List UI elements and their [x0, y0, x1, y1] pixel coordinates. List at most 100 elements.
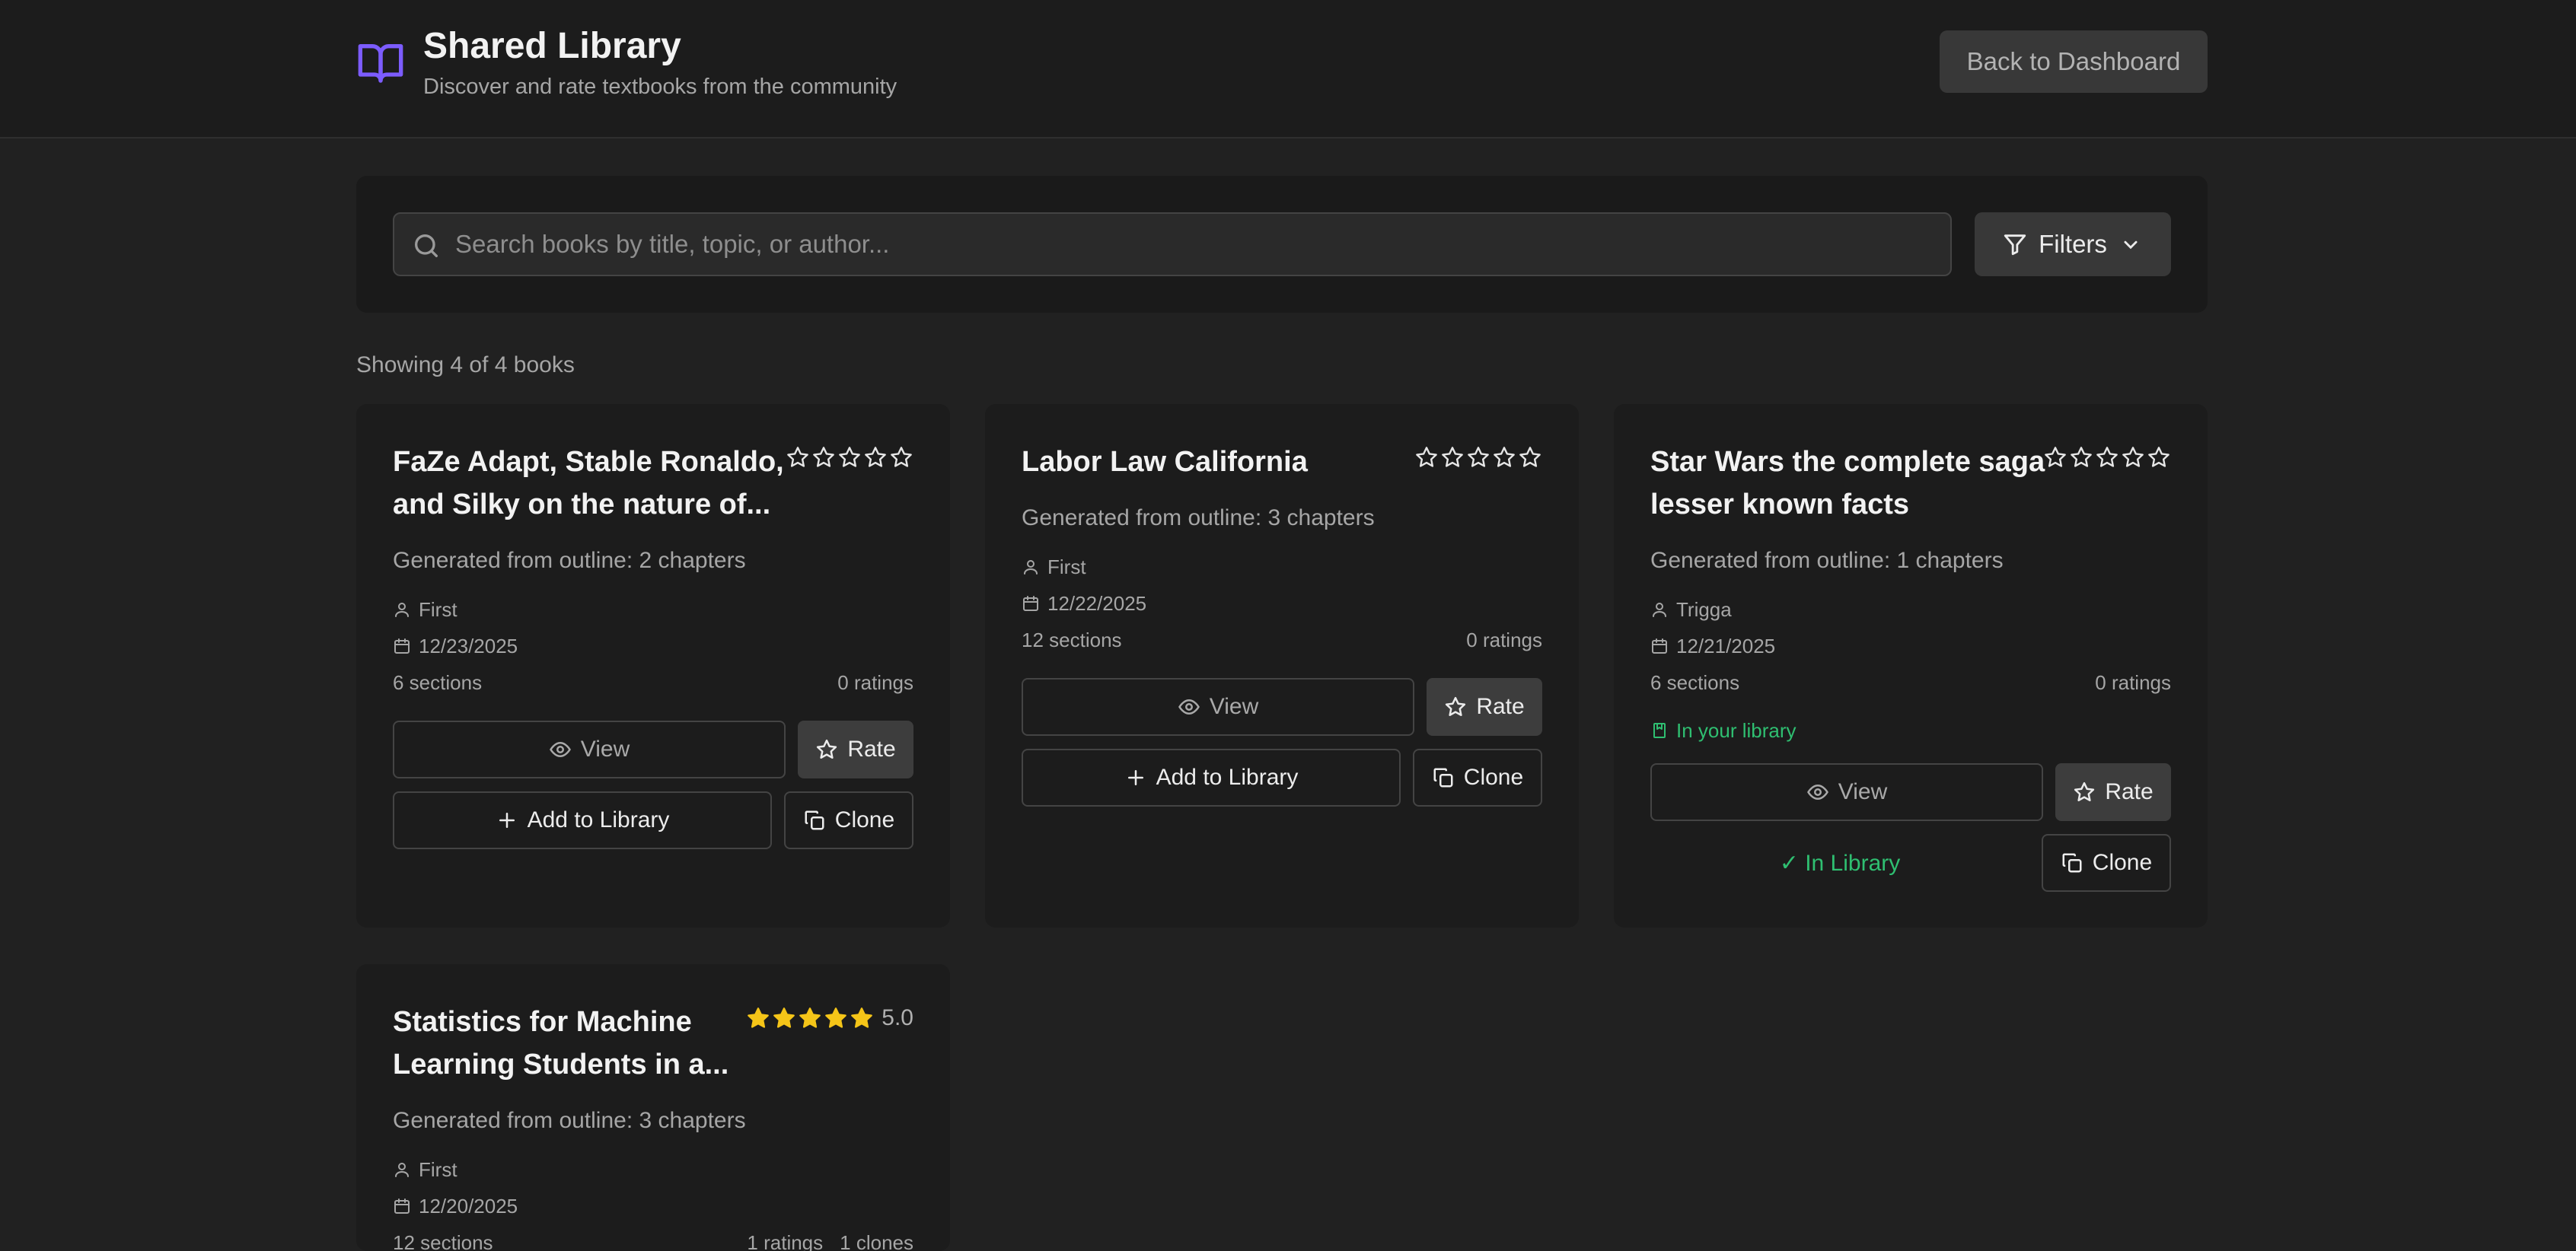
bookmark-icon: [1650, 721, 1669, 740]
view-button[interactable]: View: [1650, 763, 2043, 821]
view-label: View: [580, 737, 630, 762]
star-icon: [815, 738, 838, 761]
date-text: 12/23/2025: [419, 635, 518, 657]
sections-count: 12 sections: [393, 1231, 493, 1251]
star-empty-icon[interactable]: [2121, 445, 2145, 470]
page-subtitle: Discover and rate textbooks from the com…: [423, 75, 897, 99]
calendar-icon: [393, 637, 411, 655]
rate-button[interactable]: Rate: [798, 721, 913, 778]
star-empty-icon[interactable]: [1414, 445, 1439, 470]
book-description: Generated from outline: 3 chapters: [393, 1108, 746, 1133]
ratings-count: 1 ratings: [747, 1231, 824, 1251]
user-icon: [393, 600, 411, 619]
date-text: 12/20/2025: [419, 1195, 518, 1218]
book-card: Statistics for Machine Learning Students…: [356, 964, 950, 1251]
rate-label: Rate: [1476, 694, 1525, 719]
book-date: 12/23/2025: [393, 633, 518, 659]
filters-label: Filters: [2039, 230, 2107, 258]
book-card: Star Wars the complete saga lesser known…: [1614, 404, 2208, 928]
add-to-library-label: Add to Library: [527, 807, 670, 832]
star-empty-icon[interactable]: [1518, 445, 1542, 470]
star-empty-icon[interactable]: [2095, 445, 2119, 470]
add-to-library-button[interactable]: Add to Library: [393, 791, 772, 849]
star-rating[interactable]: 5.0: [746, 1005, 913, 1031]
ratings-count: 0 ratings: [1466, 629, 1542, 651]
book-description: Generated from outline: 1 chapters: [1650, 548, 2004, 573]
add-to-library-label: Add to Library: [1156, 765, 1299, 790]
star-filled-icon[interactable]: [772, 1006, 796, 1030]
plus-icon: [496, 809, 518, 832]
star-rating[interactable]: [2043, 445, 2171, 470]
star-icon: [1444, 696, 1467, 718]
book-title: Labor Law California: [1022, 446, 1308, 478]
clone-label: Clone: [2092, 850, 2153, 875]
star-empty-icon[interactable]: [786, 445, 810, 470]
rate-button[interactable]: Rate: [2055, 763, 2171, 821]
star-empty-icon[interactable]: [2043, 445, 2067, 470]
star-filled-icon[interactable]: [824, 1006, 848, 1030]
copy-icon: [1432, 766, 1455, 789]
book-date: 12/22/2025: [1022, 590, 1146, 616]
view-label: View: [1838, 779, 1888, 804]
star-empty-icon[interactable]: [2069, 445, 2093, 470]
clone-label: Clone: [834, 807, 895, 832]
add-to-library-button[interactable]: Add to Library: [1022, 749, 1401, 807]
star-icon: [2073, 781, 2096, 804]
book-card: FaZe Adapt, Stable Ronaldo, and Silky on…: [356, 404, 950, 928]
author-name: First: [419, 1158, 457, 1181]
book-author: Trigga: [1650, 597, 1732, 622]
star-empty-icon[interactable]: [889, 445, 913, 470]
book-open-icon: [356, 38, 405, 87]
star-empty-icon[interactable]: [811, 445, 836, 470]
view-button[interactable]: View: [1022, 678, 1414, 736]
in-library-status: ✓ In Library: [1779, 850, 1901, 876]
top-bar: Shared Library Discover and rate textboo…: [0, 0, 2576, 138]
date-text: 12/21/2025: [1676, 635, 1776, 657]
star-rating[interactable]: [1414, 445, 1542, 470]
view-button[interactable]: View: [393, 721, 786, 778]
sections-count: 6 sections: [393, 671, 483, 694]
search-icon: [411, 231, 442, 261]
sections-count: 6 sections: [1650, 671, 1740, 694]
in-your-library-badge: In your library: [1650, 718, 1797, 743]
rating-value: 5.0: [882, 1005, 913, 1030]
book-description: Generated from outline: 3 chapters: [1022, 505, 1375, 530]
filters-button[interactable]: Filters: [1975, 212, 2171, 276]
filter-icon: [2002, 231, 2028, 257]
star-empty-icon[interactable]: [2147, 445, 2171, 470]
eye-icon: [1806, 781, 1829, 804]
copy-icon: [803, 809, 826, 832]
back-to-dashboard-button[interactable]: Back to Dashboard: [1940, 30, 2208, 93]
clone-button[interactable]: Clone: [784, 791, 913, 849]
view-label: View: [1209, 694, 1259, 719]
star-filled-icon[interactable]: [850, 1006, 874, 1030]
copy-icon: [2061, 852, 2083, 874]
rate-button[interactable]: Rate: [1427, 678, 1542, 736]
star-rating[interactable]: [786, 445, 913, 470]
clones-count: 1 clones: [840, 1231, 913, 1251]
star-empty-icon[interactable]: [863, 445, 888, 470]
book-card: Labor Law California Generated from outl…: [985, 404, 1579, 928]
star-empty-icon[interactable]: [1466, 445, 1490, 470]
book-author: First: [393, 1157, 457, 1183]
sections-count: 12 sections: [1022, 629, 1122, 651]
star-empty-icon[interactable]: [1492, 445, 1516, 470]
clone-button[interactable]: Clone: [2042, 834, 2171, 892]
search-panel: Filters: [356, 176, 2208, 313]
star-filled-icon[interactable]: [746, 1006, 770, 1030]
author-name: Trigga: [1676, 598, 1732, 621]
book-stats: 0 ratings: [2095, 670, 2171, 696]
star-empty-icon[interactable]: [837, 445, 862, 470]
star-empty-icon[interactable]: [1440, 445, 1465, 470]
user-icon: [1650, 600, 1669, 619]
author-name: First: [1047, 555, 1086, 578]
results-count: Showing 4 of 4 books: [356, 352, 575, 377]
book-date: 12/21/2025: [1650, 633, 1775, 659]
star-filled-icon[interactable]: [798, 1006, 822, 1030]
book-title: Star Wars the complete saga lesser known…: [1650, 446, 2045, 520]
clone-button[interactable]: Clone: [1413, 749, 1542, 807]
search-input[interactable]: [455, 214, 1940, 275]
author-name: First: [419, 598, 457, 621]
search-box[interactable]: [393, 212, 1952, 276]
eye-icon: [1178, 696, 1200, 718]
